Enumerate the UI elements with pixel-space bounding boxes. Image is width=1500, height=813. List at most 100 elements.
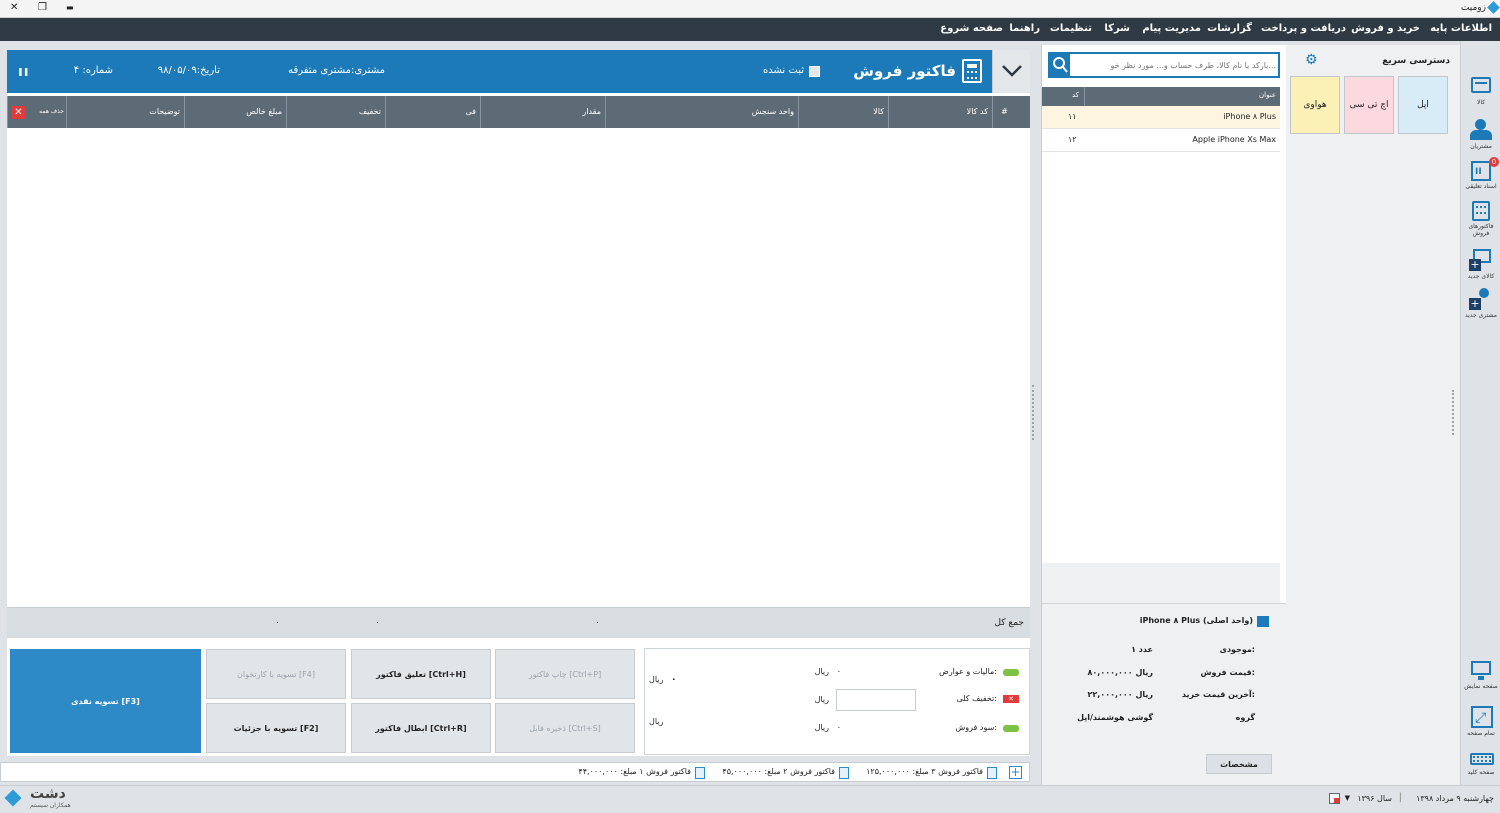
col-quantity: مقدار [480,96,605,128]
discount-input[interactable] [836,689,916,711]
sidebar-item-new-product[interactable]: + کالای جدید [1461,249,1500,280]
sidebar-item-new-customer[interactable]: + مشتری جدید [1461,288,1500,319]
save-file-button[interactable]: ذخیره فایل [Ctrl+S] [495,703,635,753]
collapse-button[interactable] [992,50,1030,93]
detail-settle-button[interactable]: تسویه با جزئیات [F2] [206,703,346,753]
brand-name: دشت [30,786,66,802]
product-col-code: کد [1072,91,1080,99]
quick-tile-apple[interactable]: اپل [1398,76,1448,134]
menu-messages[interactable]: مدیریت پیام [1142,23,1201,34]
invoice-date[interactable]: تاریخ:۹۸/۰۵/۰۹ [158,65,220,76]
menu-settings[interactable]: تنظیمات [1050,23,1092,34]
chevron-down-icon[interactable]: ▼ [1345,794,1350,802]
discount-remove-icon[interactable]: ✕ [1003,695,1019,703]
calendar-icon[interactable] [1329,793,1340,804]
gear-icon[interactable]: ⚙ [1305,52,1318,68]
invoice-tab-3[interactable]: فاکتور فروش ۳ مبلغ: ۱۲۵,۰۰۰,۰۰۰ [866,767,983,776]
fullscreen-icon: ⤢ [1469,706,1493,728]
col-net-amount: مبلغ خالص [184,96,286,128]
product-info-icon [1257,616,1269,627]
sidebar-item-products[interactable]: کالا [1461,75,1500,106]
grand-currency-2: ریال [649,717,664,726]
quick-access-panel: دسترسی سریع ⚙ اپل اچ تی سی هواوی [1286,45,1460,785]
app-logo-icon [1487,1,1500,14]
sales-invoices-icon [1469,199,1493,221]
sidebar-item-display[interactable]: صفحه نمایش [1461,659,1500,690]
sidebar-item-label: مشتری جدید [1465,312,1497,319]
col-price: فی [385,96,480,128]
cash-settle-button[interactable]: تسویه نقدی [F3] [10,649,201,753]
sidebar-item-label: فاکتورهای فروش [1468,223,1494,237]
quick-tile-huawei[interactable]: هواوی [1290,76,1340,134]
menu-buy-sell[interactable]: خرید و فروش [1351,23,1420,34]
col-product-code: کد کالا [888,96,992,128]
last-buy-label: آخرین قیمت خرید: [1181,690,1255,699]
sidebar-item-customers[interactable]: مشتریان [1461,119,1500,150]
sidebar-item-fullscreen[interactable]: ⤢ تمام صفحه [1461,706,1500,737]
invoice-tab-3-icon [987,767,997,779]
menu-start-page[interactable]: صفحه شروع [940,23,1003,34]
grand-currency: ریال [649,675,664,684]
stock-label: موجودی: [1219,645,1255,654]
chevron-down-icon [1002,65,1022,77]
profit-currency: ریال [814,723,829,732]
restore-window-button[interactable]: ❐ [38,2,47,13]
menu-base-info[interactable]: اطلاعات پایه [1430,23,1492,34]
total-bar: جمع کل ۰ ۰ ۰ [7,607,1030,638]
total-label: جمع کل [994,618,1024,628]
profit-value: ۰ [836,723,841,732]
delete-all-icon[interactable]: ✕ [12,106,25,119]
monitor-icon [1469,659,1493,681]
menu-partners[interactable]: شرکا [1104,23,1130,34]
discount-currency: ریال [814,695,829,704]
close-window-button[interactable]: ✕ [10,2,18,13]
print-invoice-button[interactable]: چاپ فاکتور [Ctrl+P] [495,649,635,699]
profit-toggle-icon[interactable] [1003,725,1019,732]
invoice-number: شماره: ۴ [73,65,113,76]
menu-receive-pay[interactable]: دریافت و پرداخت [1261,23,1346,34]
sidebar-badge: 0 [1489,157,1499,167]
invoice-customer[interactable]: مشتری:مشتری متفرقه [288,65,385,76]
sidebar-item-keyboard[interactable]: صفحه کلید [1461,751,1500,776]
cancel-invoice-button[interactable]: ابطال فاکتور [Ctrl+R] [351,703,491,753]
minimize-window-button[interactable]: ▬ [66,3,74,12]
list-scroll-area [1042,563,1280,603]
quick-tile-htc[interactable]: اچ تی سی [1344,76,1394,134]
search-icon[interactable] [1050,54,1070,76]
panel-splitter[interactable] [1032,385,1036,440]
invoice-tab-1[interactable]: فاکتور فروش ۱ مبلغ: ۴۴,۰۰۰,۰۰۰ [578,767,691,776]
menu-reports[interactable]: گزارشات [1207,23,1252,34]
pause-icon[interactable]: ıı [18,64,30,80]
keyboard-icon [1469,751,1494,767]
tax-toggle-icon[interactable] [1003,669,1019,676]
suspend-invoice-button[interactable]: تعلیق فاکتور [Ctrl+H] [351,649,491,699]
col-unit: واحد سنجش [605,96,798,128]
invoice-header: فاکتور فروش ثبت نشده مشتری:مشتری متفرقه … [7,50,1030,93]
invoice-tab-2[interactable]: فاکتور فروش ۲ مبلغ: ۴۵,۰۰۰,۰۰۰ [722,767,835,776]
invoice-tab-2-icon [839,767,849,779]
menu-help[interactable]: راهنما [1009,23,1040,34]
search-input[interactable] [1072,55,1276,75]
product-row[interactable]: Apple iPhone Xs Max ۱۲ [1042,129,1280,152]
total-value-2: ۰ [375,618,380,628]
panel-splitter-right[interactable] [1452,390,1455,435]
invoice-title: فاکتور فروش [853,62,956,80]
spec-button[interactable]: مشخصات [1206,754,1272,774]
quick-tile-label: اچ تی سی [1349,100,1389,110]
product-title: Apple iPhone Xs Max [1192,135,1276,144]
tax-label: مالیات و عوارض: [939,667,997,676]
col-discount: تخفیف [286,96,385,128]
sidebar-item-sales-invoices[interactable]: فاکتورهای فروش [1461,199,1500,237]
footer-year[interactable]: سال ۱۳۹۶ [1357,794,1392,803]
quick-access-title: دسترسی سریع [1382,56,1450,66]
price-value: ۸۰,۰۰۰,۰۰۰ ریال [1087,668,1154,677]
new-invoice-icon[interactable]: + [1009,766,1022,779]
brand-logo-icon [4,789,22,807]
sidebar-item-suspended[interactable]: II 0 اسناد تعلیقی [1461,157,1500,190]
search-box [1048,52,1280,78]
status-icon [809,66,820,77]
col-delete-all[interactable]: حذف همه ✕ [7,96,66,128]
footer-separator: | [1398,792,1402,803]
product-row[interactable]: iPhone ۸ Plus ۱۱ [1042,106,1280,129]
card-settle-button[interactable]: تسویه با کارتخوان [F4] [206,649,346,699]
